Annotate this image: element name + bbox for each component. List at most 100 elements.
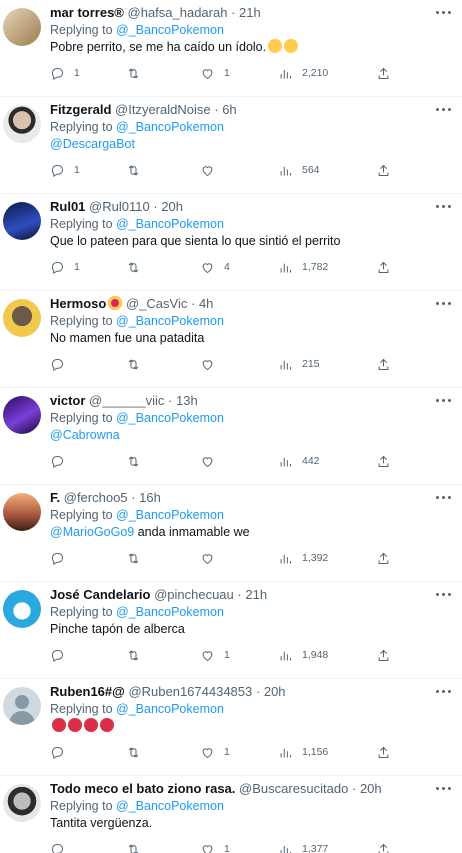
reply-button[interactable] bbox=[50, 743, 74, 761]
more-options-icon[interactable] bbox=[436, 298, 452, 308]
reply-tweet[interactable]: Hermoso @_CasVic · 4h Replying to @_Banc… bbox=[0, 291, 462, 388]
reply-tweet[interactable]: mar torres® @hafsa_hadarah · 21h Replyin… bbox=[0, 0, 462, 97]
retweet-button[interactable] bbox=[126, 743, 150, 761]
like-button[interactable] bbox=[200, 355, 224, 373]
more-options-icon[interactable] bbox=[436, 104, 452, 114]
display-name[interactable]: Ruben16#@ bbox=[50, 684, 125, 699]
views-button[interactable]: 564 bbox=[278, 161, 320, 179]
more-options-icon[interactable] bbox=[436, 686, 452, 696]
retweet-button[interactable] bbox=[126, 549, 150, 567]
reply-button[interactable]: 1 bbox=[50, 64, 80, 82]
more-options-icon[interactable] bbox=[436, 395, 452, 405]
views-button[interactable]: 1,782 bbox=[278, 258, 328, 276]
reply-button[interactable] bbox=[50, 840, 74, 853]
user-handle[interactable]: @ItzyeraldNoise bbox=[115, 102, 211, 117]
like-button[interactable]: 1 bbox=[200, 743, 230, 761]
more-options-icon[interactable] bbox=[436, 492, 452, 502]
share-button[interactable] bbox=[376, 646, 391, 664]
share-button[interactable] bbox=[376, 840, 391, 853]
reply-to-mention[interactable]: @_BancoPokemon bbox=[116, 23, 224, 37]
reply-tweet[interactable]: victor @______viic · 13h Replying to @_B… bbox=[0, 388, 462, 485]
avatar[interactable] bbox=[3, 8, 41, 46]
reply-tweet[interactable]: Rul01 @Rul0110 · 20h Replying to @_Banco… bbox=[0, 194, 462, 291]
like-button[interactable] bbox=[200, 452, 224, 470]
display-name[interactable]: Hermoso bbox=[50, 296, 106, 311]
retweet-button[interactable] bbox=[126, 161, 150, 179]
retweet-button[interactable] bbox=[126, 452, 150, 470]
avatar[interactable] bbox=[3, 105, 41, 143]
views-button[interactable]: 1,156 bbox=[278, 743, 328, 761]
user-handle[interactable]: @Ruben1674434853 bbox=[128, 684, 252, 699]
avatar[interactable] bbox=[3, 202, 41, 240]
retweet-button[interactable] bbox=[126, 355, 150, 373]
reply-button[interactable] bbox=[50, 646, 74, 664]
timestamp[interactable]: 20h bbox=[161, 199, 183, 214]
share-button[interactable] bbox=[376, 161, 391, 179]
reply-button[interactable] bbox=[50, 549, 74, 567]
timestamp[interactable]: 20h bbox=[264, 684, 286, 699]
user-handle[interactable]: @ferchoo5 bbox=[64, 490, 128, 505]
reply-to-mention[interactable]: @_BancoPokemon bbox=[116, 411, 224, 425]
display-name[interactable]: Rul01 bbox=[50, 199, 85, 214]
reply-button[interactable] bbox=[50, 452, 74, 470]
display-name[interactable]: José Candelario bbox=[50, 587, 150, 602]
avatar[interactable] bbox=[3, 590, 41, 628]
default-avatar[interactable] bbox=[3, 687, 41, 725]
reply-tweet[interactable]: José Candelario @pinchecuau · 21h Replyi… bbox=[0, 582, 462, 679]
timestamp[interactable]: 4h bbox=[199, 296, 213, 311]
display-name[interactable]: F. bbox=[50, 490, 60, 505]
more-options-icon[interactable] bbox=[436, 7, 452, 17]
display-name[interactable]: mar torres® bbox=[50, 5, 124, 20]
share-button[interactable] bbox=[376, 64, 391, 82]
like-button[interactable]: 1 bbox=[200, 646, 230, 664]
reply-tweet[interactable]: Ruben16#@ @Ruben1674434853 · 20h Replyin… bbox=[0, 679, 462, 776]
tweet-mention[interactable]: @Cabrowna bbox=[50, 428, 120, 442]
like-button[interactable]: 1 bbox=[200, 64, 230, 82]
reply-to-mention[interactable]: @_BancoPokemon bbox=[116, 217, 224, 231]
views-button[interactable]: 1,392 bbox=[278, 549, 328, 567]
timestamp[interactable]: 16h bbox=[139, 490, 161, 505]
reply-to-mention[interactable]: @_BancoPokemon bbox=[116, 799, 224, 813]
reply-to-mention[interactable]: @_BancoPokemon bbox=[116, 702, 224, 716]
more-options-icon[interactable] bbox=[436, 589, 452, 599]
reply-button[interactable] bbox=[50, 355, 74, 373]
reply-to-mention[interactable]: @_BancoPokemon bbox=[116, 120, 224, 134]
like-button[interactable]: 4 bbox=[200, 258, 230, 276]
views-button[interactable]: 215 bbox=[278, 355, 320, 373]
share-button[interactable] bbox=[376, 452, 391, 470]
views-button[interactable]: 2,210 bbox=[278, 64, 328, 82]
reply-to-mention[interactable]: @_BancoPokemon bbox=[116, 314, 224, 328]
user-handle[interactable]: @hafsa_hadarah bbox=[128, 5, 228, 20]
timestamp[interactable]: 21h bbox=[239, 5, 261, 20]
retweet-button[interactable] bbox=[126, 64, 150, 82]
retweet-button[interactable] bbox=[126, 840, 150, 853]
user-handle[interactable]: @_CasVic bbox=[126, 296, 187, 311]
views-button[interactable]: 442 bbox=[278, 452, 320, 470]
user-handle[interactable]: @Rul0110 bbox=[89, 199, 150, 214]
timestamp[interactable]: 13h bbox=[176, 393, 198, 408]
views-button[interactable]: 1,377 bbox=[278, 840, 328, 853]
reply-tweet[interactable]: F. @ferchoo5 · 16h Replying to @_BancoPo… bbox=[0, 485, 462, 582]
tweet-mention[interactable]: @DescargaBot bbox=[50, 137, 135, 151]
timestamp[interactable]: 6h bbox=[222, 102, 236, 117]
reply-button[interactable]: 1 bbox=[50, 161, 80, 179]
like-button[interactable] bbox=[200, 161, 224, 179]
reply-to-mention[interactable]: @_BancoPokemon bbox=[116, 605, 224, 619]
share-button[interactable] bbox=[376, 258, 391, 276]
reply-to-mention[interactable]: @_BancoPokemon bbox=[116, 508, 224, 522]
timestamp[interactable]: 21h bbox=[245, 587, 267, 602]
avatar[interactable] bbox=[3, 299, 41, 337]
reply-button[interactable]: 1 bbox=[50, 258, 80, 276]
avatar[interactable] bbox=[3, 493, 41, 531]
display-name[interactable]: Todo meco el bato ziono rasa. bbox=[50, 781, 235, 796]
retweet-button[interactable] bbox=[126, 258, 150, 276]
display-name[interactable]: victor bbox=[50, 393, 85, 408]
share-button[interactable] bbox=[376, 743, 391, 761]
avatar[interactable] bbox=[3, 396, 41, 434]
user-handle[interactable]: @______viic bbox=[89, 393, 164, 408]
timestamp[interactable]: 20h bbox=[360, 781, 382, 796]
retweet-button[interactable] bbox=[126, 646, 150, 664]
user-handle[interactable]: @pinchecuau bbox=[154, 587, 234, 602]
tweet-mention[interactable]: @MarioGoGo9 bbox=[50, 525, 134, 539]
user-handle[interactable]: @Buscaresucitado bbox=[239, 781, 348, 796]
